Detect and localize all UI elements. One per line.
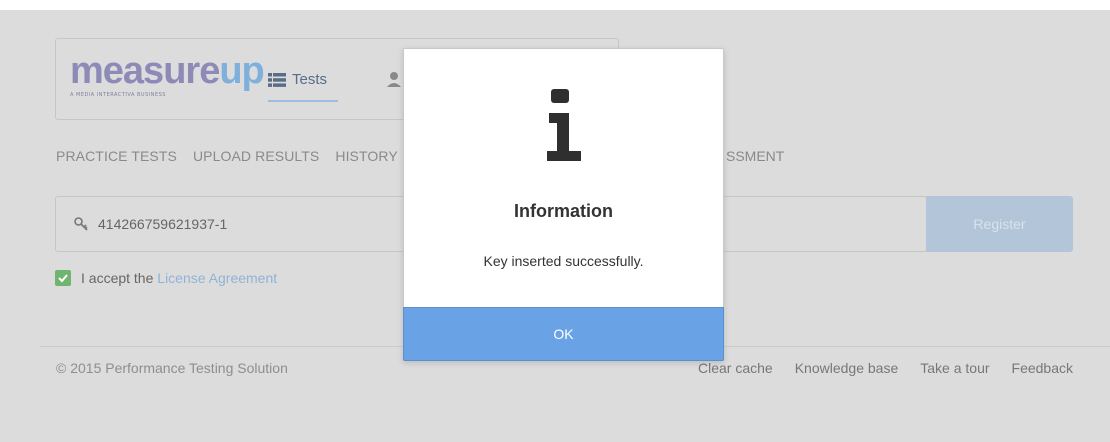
page: measureup A MEDIA INTERACTIVA BUSINESS T…: [0, 0, 1110, 442]
check-icon: [58, 274, 68, 283]
subnav-upload-results[interactable]: UPLOAD RESULTS: [193, 148, 319, 164]
info-icon: [547, 89, 581, 161]
logo-wordmark: measureup: [70, 50, 265, 92]
license-checkbox[interactable]: [55, 270, 71, 286]
license-agreement-link[interactable]: License Agreement: [157, 270, 277, 286]
logo-tagline: A MEDIA INTERACTIVA BUSINESS: [70, 92, 166, 98]
key-input-value: 414266759621937-1: [98, 216, 228, 232]
dialog-message: Key inserted successfully.: [483, 253, 644, 269]
logo-word-measure: measure: [70, 50, 220, 92]
footer-link-feedback[interactable]: Feedback: [1012, 360, 1073, 376]
list-icon: [268, 73, 286, 87]
nav-tests-label: Tests: [292, 71, 328, 88]
top-strip: [0, 0, 1110, 10]
info-dialog: Information Key inserted successfully. O…: [403, 48, 724, 361]
key-icon: [74, 217, 88, 231]
logo[interactable]: measureup A MEDIA INTERACTIVA BUSINESS: [70, 50, 265, 109]
footer-link-clear-cache[interactable]: Clear cache: [698, 360, 773, 376]
footer-links: Clear cache Knowledge base Take a tour F…: [698, 360, 1073, 376]
copyright: © 2015 Performance Testing Solution: [56, 360, 288, 376]
subnav: PRACTICE TESTS UPLOAD RESULTS HISTORY: [56, 148, 398, 164]
subnav-assessment-fragment[interactable]: SSMENT: [726, 148, 784, 164]
nav-tests-tab[interactable]: Tests: [268, 71, 338, 102]
subnav-history[interactable]: HISTORY: [335, 148, 397, 164]
active-tab-underline: [268, 100, 338, 102]
user-icon[interactable]: [386, 71, 402, 87]
footer-link-take-a-tour[interactable]: Take a tour: [920, 360, 989, 376]
register-button[interactable]: Register: [926, 196, 1073, 252]
dialog-title: Information: [514, 201, 613, 221]
license-row: I accept the License Agreement: [55, 270, 277, 286]
footer-link-knowledge-base[interactable]: Knowledge base: [795, 360, 899, 376]
license-prefix: I accept the: [81, 270, 154, 286]
logo-word-up: up: [219, 50, 264, 92]
ok-button[interactable]: OK: [403, 307, 724, 361]
subnav-practice-tests[interactable]: PRACTICE TESTS: [56, 148, 177, 164]
license-text: I accept the License Agreement: [81, 270, 277, 286]
